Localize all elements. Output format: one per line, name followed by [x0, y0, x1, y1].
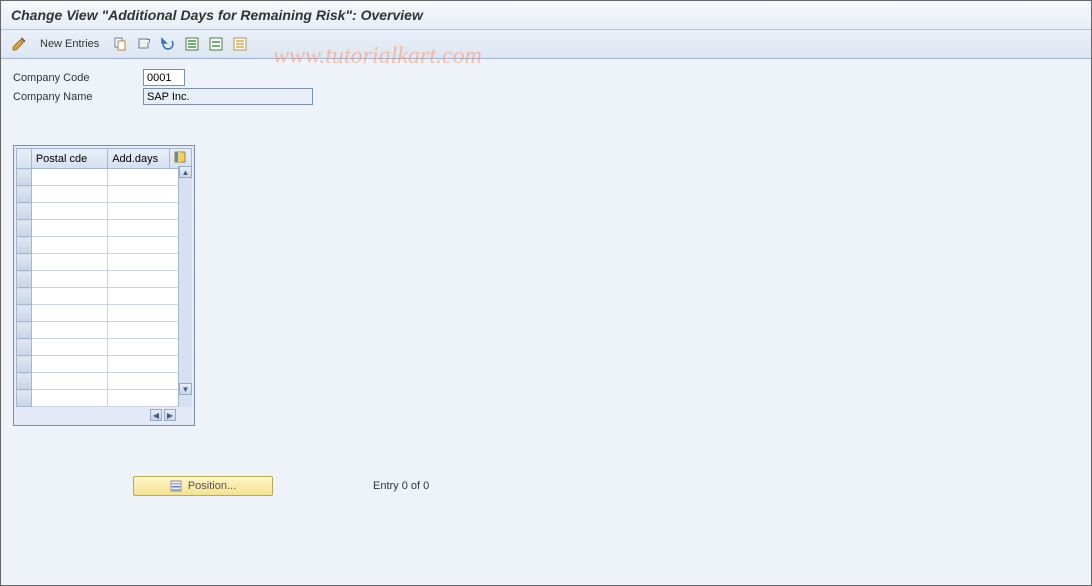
postal-cde-cell[interactable]: [31, 373, 107, 390]
select-all-icon: [184, 36, 200, 52]
postal-cde-cell[interactable]: [31, 186, 107, 203]
entry-counter: Entry 0 of 0: [373, 480, 429, 492]
row-selector-header[interactable]: [17, 149, 32, 169]
postal-cde-cell[interactable]: [31, 271, 107, 288]
content-area: Company Code Company Name Postal cde Add…: [1, 59, 1091, 506]
horizontal-scrollbar[interactable]: ◀ ▶: [16, 409, 192, 423]
company-code-label: Company Code: [13, 72, 143, 84]
row-selector[interactable]: [17, 356, 32, 373]
new-entries-button[interactable]: New Entries: [33, 35, 106, 53]
scroll-left-button[interactable]: ◀: [150, 409, 162, 421]
row-selector[interactable]: [17, 305, 32, 322]
postal-cde-cell[interactable]: [31, 288, 107, 305]
table-row: [17, 186, 192, 203]
table-config-icon: [174, 151, 186, 163]
table-row: [17, 390, 192, 407]
row-selector[interactable]: [17, 203, 32, 220]
postal-cde-header[interactable]: Postal cde: [31, 149, 107, 169]
postal-cde-cell[interactable]: [31, 220, 107, 237]
postal-cde-cell[interactable]: [31, 322, 107, 339]
row-selector[interactable]: [17, 186, 32, 203]
select-block-icon: [208, 36, 224, 52]
table-row: [17, 237, 192, 254]
company-code-input[interactable]: [143, 69, 185, 86]
data-table-container: Postal cde Add.days ▲ ▼ ◀ ▶: [13, 145, 195, 426]
toggle-change-button[interactable]: [9, 34, 29, 54]
postal-cde-cell[interactable]: [31, 339, 107, 356]
row-selector[interactable]: [17, 288, 32, 305]
company-name-label: Company Name: [13, 91, 143, 103]
undo-icon: [160, 36, 176, 52]
row-selector[interactable]: [17, 169, 32, 186]
scroll-up-button[interactable]: ▲: [179, 166, 192, 178]
row-selector[interactable]: [17, 390, 32, 407]
delete-button[interactable]: [134, 34, 154, 54]
table-row: [17, 271, 192, 288]
table-row: [17, 288, 192, 305]
row-selector[interactable]: [17, 322, 32, 339]
company-code-row: Company Code: [13, 69, 1079, 86]
postal-cde-cell[interactable]: [31, 254, 107, 271]
table-row: [17, 220, 192, 237]
deselect-all-button[interactable]: [230, 34, 250, 54]
position-label: Position...: [188, 480, 236, 492]
data-table: Postal cde Add.days: [16, 148, 192, 407]
copy-as-button[interactable]: [110, 34, 130, 54]
select-all-button[interactable]: [182, 34, 202, 54]
footer-row: Position... Entry 0 of 0: [13, 476, 1079, 496]
postal-cde-cell[interactable]: [31, 356, 107, 373]
title-bar: Change View "Additional Days for Remaini…: [1, 1, 1091, 30]
table-row: [17, 339, 192, 356]
postal-cde-cell[interactable]: [31, 203, 107, 220]
pencil-icon: [11, 36, 27, 52]
postal-cde-cell[interactable]: [31, 305, 107, 322]
delete-icon: [136, 36, 152, 52]
table-row: [17, 169, 192, 186]
postal-cde-cell[interactable]: [31, 390, 107, 407]
postal-cde-cell[interactable]: [31, 237, 107, 254]
position-button[interactable]: Position...: [133, 476, 273, 496]
vertical-scrollbar[interactable]: ▲ ▼: [178, 166, 192, 407]
row-selector[interactable]: [17, 254, 32, 271]
table-row: [17, 305, 192, 322]
company-name-row: Company Name: [13, 88, 1079, 105]
page-title: Change View "Additional Days for Remaini…: [11, 7, 1081, 23]
scroll-down-button[interactable]: ▼: [179, 383, 192, 395]
undo-button[interactable]: [158, 34, 178, 54]
row-selector[interactable]: [17, 220, 32, 237]
postal-cde-cell[interactable]: [31, 169, 107, 186]
row-selector[interactable]: [17, 271, 32, 288]
toolbar: New Entries: [1, 30, 1091, 59]
deselect-all-icon: [232, 36, 248, 52]
add-days-header[interactable]: Add.days: [108, 149, 170, 169]
position-icon: [170, 480, 182, 492]
table-row: [17, 373, 192, 390]
copy-icon: [112, 36, 128, 52]
company-name-input: [143, 88, 313, 105]
row-selector[interactable]: [17, 339, 32, 356]
row-selector[interactable]: [17, 373, 32, 390]
row-selector[interactable]: [17, 237, 32, 254]
table-row: [17, 356, 192, 373]
table-row: [17, 254, 192, 271]
table-row: [17, 203, 192, 220]
select-block-button[interactable]: [206, 34, 226, 54]
scroll-right-button[interactable]: ▶: [164, 409, 176, 421]
table-row: [17, 322, 192, 339]
